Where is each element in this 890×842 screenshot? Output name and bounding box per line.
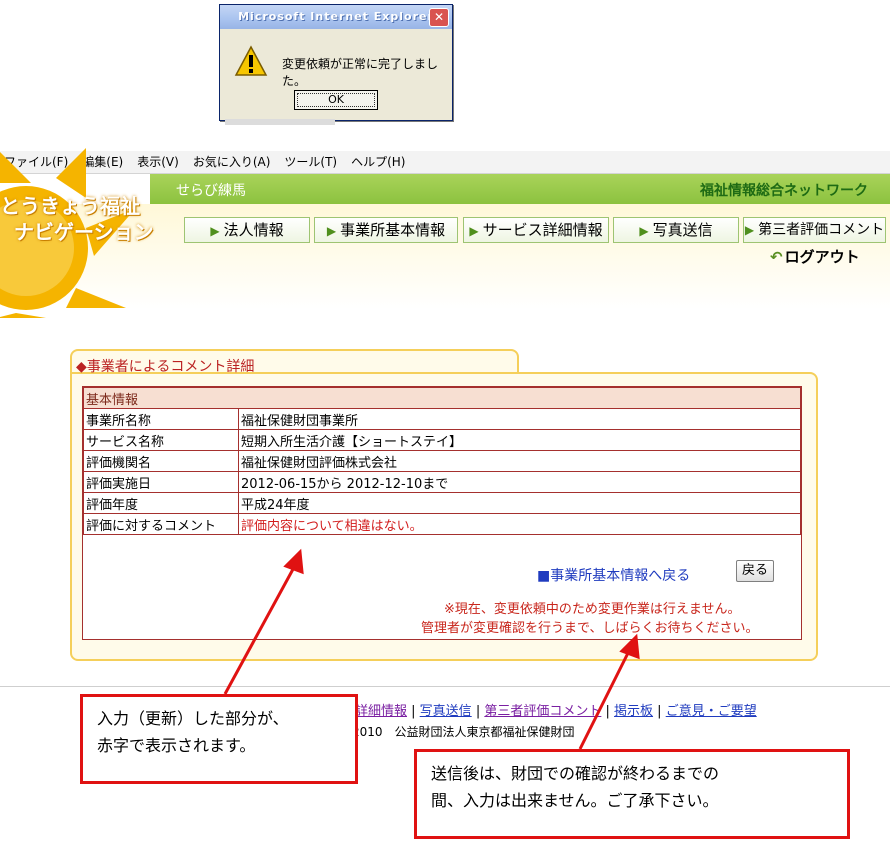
callout-text: 赤字で表示されます。	[97, 736, 256, 755]
annotation-callout-locked: 送信後は、財団での確認が終わるまでの 間、入力は出来ません。ご了承下さい。	[414, 749, 850, 839]
callout-text: 入力（更新）した部分が、	[97, 709, 289, 728]
callout-text: 送信後は、財団での確認が終わるまでの	[431, 764, 720, 783]
callout-text: 間、入力は出来ません。ご了承下さい。	[431, 791, 719, 810]
arrow-line-1	[223, 559, 300, 695]
arrow-head-2	[619, 633, 640, 660]
arrow-line-2	[578, 644, 634, 750]
arrow-head-1	[283, 548, 304, 575]
annotation-callout-updated: 入力（更新）した部分が、 赤字で表示されます。	[80, 694, 358, 784]
